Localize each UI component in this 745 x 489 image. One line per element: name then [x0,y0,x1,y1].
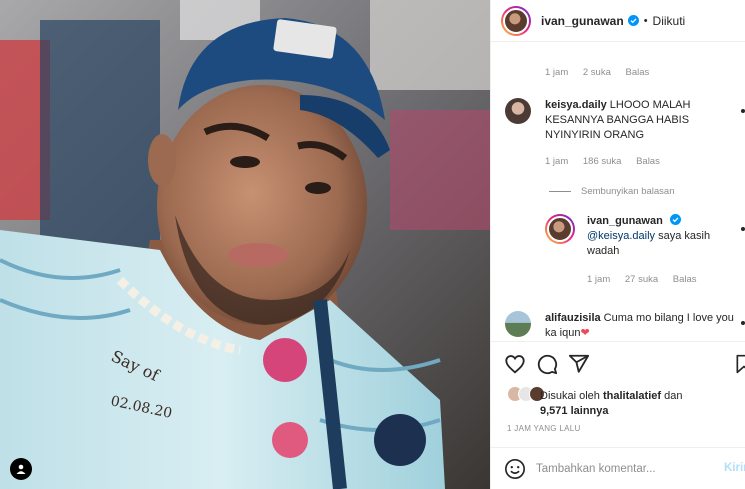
divider [549,191,571,192]
action-bar [491,341,745,381]
follow-state-button[interactable]: Diikuti [653,14,686,28]
share-icon[interactable] [568,353,590,375]
comment-time: 1 jam [545,67,569,78]
bookmark-icon[interactable] [734,353,745,375]
comment-text: ivan_gunawan @keisya.daily saya kasih wa… [587,214,711,257]
comment-text: alifauzisila Cuma mo bilang I love you ka… [545,312,734,339]
comment-likes[interactable]: 2 suka [583,67,611,78]
commenter-username[interactable]: alifauzisila [545,312,601,324]
commenter-avatar[interactable] [505,98,531,124]
user-tag-icon [16,464,26,474]
author-avatar[interactable] [501,5,531,36]
comment-options-icon[interactable] [741,227,745,231]
liked-by-avatars [507,386,545,402]
reply-button[interactable]: Balas [626,67,650,78]
liker-username[interactable]: thalitalatief [603,390,661,402]
comment-likes[interactable]: 186 suka [583,156,622,167]
user-tag-button[interactable] [10,458,32,480]
hide-replies-button[interactable]: Sembunyikan balasan [549,186,674,197]
emoji-icon[interactable] [504,458,526,480]
verified-icon [669,214,681,225]
comment-meta: 1 jam 186 suka Balas [545,156,672,167]
comment-time: 1 jam [587,274,611,285]
reply-button[interactable]: Balas [636,156,660,167]
commenter-username[interactable]: ivan_gunawan [587,215,663,227]
post-comment-button[interactable]: Kirim [724,462,745,474]
comment-icon[interactable] [536,353,558,375]
comment-text: keisya.daily LHOOO MALAH KESANNYA BANGGA … [545,99,691,141]
likes-count[interactable]: 9,571 lainnya [540,405,609,417]
verified-icon [627,14,639,26]
heart-icon[interactable] [504,353,526,375]
post-header: ivan_gunawan • Diikuti [491,0,745,42]
comment-likes[interactable]: 27 suka [625,274,658,285]
commenter-username[interactable]: keisya.daily [545,99,607,111]
post-timestamp[interactable]: 1 JAM YANG LALU [507,424,581,433]
comment-meta: 1 jam 27 suka Balas [587,274,709,285]
comment-time: 1 jam [545,156,569,167]
commenter-avatar[interactable] [545,214,575,244]
add-comment-bar: Kirim [491,447,745,489]
comment-meta: 1 jam 2 suka Balas [545,67,661,78]
author-username[interactable]: ivan_gunawan [541,14,639,28]
commenter-avatar[interactable] [505,311,531,337]
post-sidebar: ivan_gunawan • Diikuti 1 jam 2 suka Bala… [490,0,745,489]
comment-input[interactable] [536,459,716,479]
header-separator: • [643,14,648,27]
post-image[interactable]: Say of 02.08.20 [0,0,490,489]
reply-button[interactable]: Balas [673,274,697,285]
comment-options-icon[interactable] [741,109,745,113]
comment-options-icon[interactable] [741,321,745,325]
heart-emoji: ❤ [580,327,590,339]
comment-list[interactable]: 1 jam 2 suka Balas keisya.daily LHOOO MAL… [491,43,745,340]
post-photo: Say of 02.08.20 [0,0,490,489]
liked-by-text: Disukai oleh thalitalatief dan 9,571 lai… [540,390,683,417]
mention-link[interactable]: @keisya.daily [587,230,655,242]
